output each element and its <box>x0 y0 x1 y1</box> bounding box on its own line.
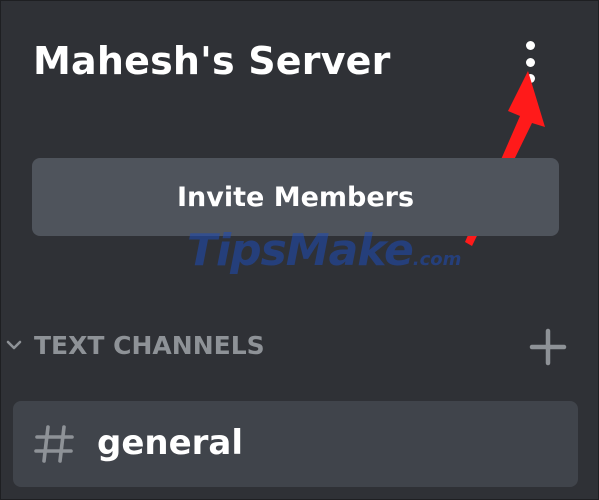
add-channel-plus-icon[interactable] <box>528 327 568 367</box>
server-name[interactable]: Mahesh's Server <box>33 39 391 83</box>
server-sidebar: Mahesh's Server Invite Members TipsMake.… <box>0 0 599 500</box>
channel-item-general[interactable]: general <box>13 401 578 487</box>
kebab-dot <box>525 74 535 83</box>
hash-icon <box>34 425 74 463</box>
watermark-main: TipsMake <box>187 225 414 276</box>
server-options-kebab-icon[interactable] <box>515 41 545 83</box>
chevron-down-icon <box>6 340 22 350</box>
watermark: TipsMake.com <box>187 225 461 276</box>
text-channels-category[interactable]: TEXT CHANNELS <box>1 319 598 371</box>
kebab-dot <box>525 41 535 50</box>
category-label: TEXT CHANNELS <box>34 331 265 360</box>
watermark-suffix: .com <box>412 249 462 270</box>
channel-name: general <box>97 423 244 463</box>
kebab-dot <box>525 57 535 67</box>
